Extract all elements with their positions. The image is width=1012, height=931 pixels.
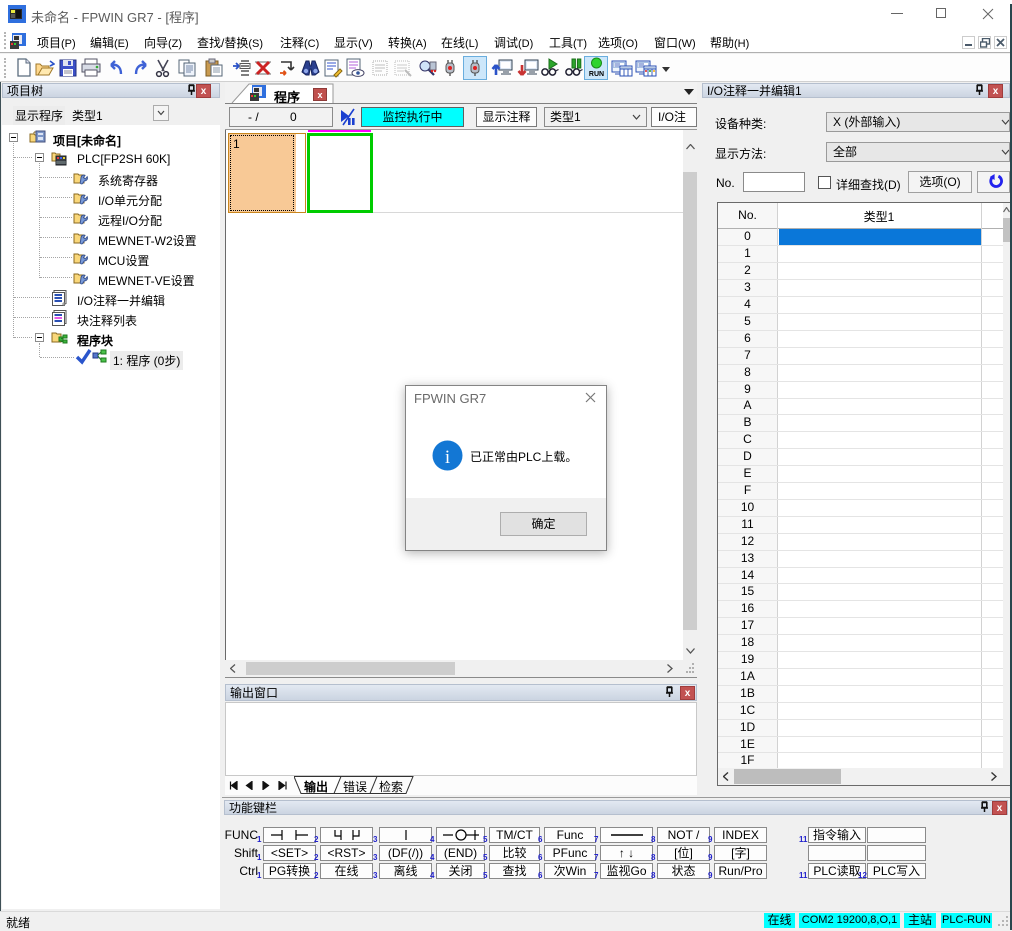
svg-text:RUN: RUN [589, 71, 604, 78]
svg-text:i: i [445, 447, 450, 468]
